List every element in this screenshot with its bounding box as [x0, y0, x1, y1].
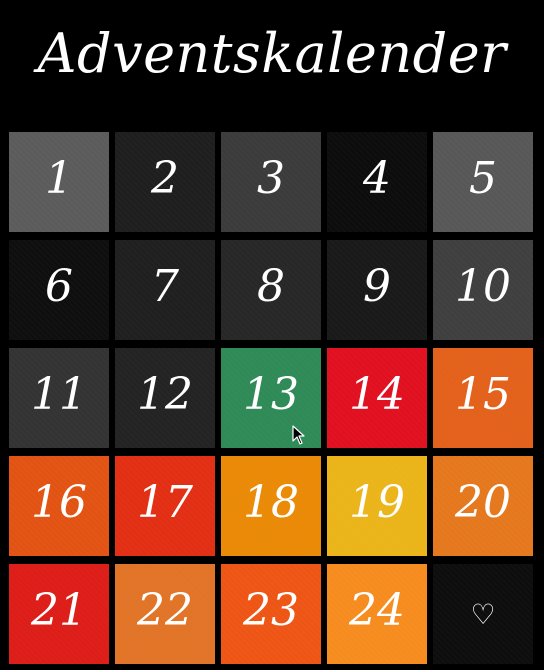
door-22[interactable]: 22 [115, 564, 215, 664]
door-number: 18 [243, 476, 299, 528]
door-number: 14 [349, 368, 405, 420]
door-20[interactable]: 20 [433, 456, 533, 556]
door-10[interactable]: 10 [433, 240, 533, 340]
door-number: 22 [137, 584, 193, 636]
door-3[interactable]: 3 [221, 132, 321, 232]
door-8[interactable]: 8 [221, 240, 321, 340]
door-23[interactable]: 23 [221, 564, 321, 664]
door-21[interactable]: 21 [9, 564, 109, 664]
door-number: 24 [349, 584, 405, 636]
door-18[interactable]: 18 [221, 456, 321, 556]
mouse-pointer-icon [292, 425, 305, 445]
door-number: 9 [363, 260, 391, 312]
door-number: 17 [137, 476, 193, 528]
door-number: 7 [151, 260, 179, 312]
door-number: 1 [45, 152, 73, 204]
door-16[interactable]: 16 [9, 456, 109, 556]
door-9[interactable]: 9 [327, 240, 427, 340]
heart-icon: ♡ [470, 597, 496, 631]
door-2[interactable]: 2 [115, 132, 215, 232]
door-number: 6 [45, 260, 73, 312]
door-number: 19 [349, 476, 405, 528]
calendar-grid: 1 2 3 4 5 6 7 8 9 10 11 12 13 14 15 16 1… [9, 132, 533, 664]
door-number: 2 [151, 152, 179, 204]
door-12[interactable]: 12 [115, 348, 215, 448]
page-title: Adventskalender [37, 22, 507, 85]
door-17[interactable]: 17 [115, 456, 215, 556]
door-number: 3 [257, 152, 285, 204]
door-19[interactable]: 19 [327, 456, 427, 556]
door-14[interactable]: 14 [327, 348, 427, 448]
door-13[interactable]: 13 [221, 348, 321, 448]
door-number: 8 [257, 260, 285, 312]
door-number: 10 [455, 260, 511, 312]
door-number: 5 [469, 152, 497, 204]
door-number: 21 [31, 584, 87, 636]
door-5[interactable]: 5 [433, 132, 533, 232]
door-number: 4 [363, 152, 391, 204]
door-7[interactable]: 7 [115, 240, 215, 340]
door-number: 12 [137, 368, 193, 420]
door-6[interactable]: 6 [9, 240, 109, 340]
door-number: 11 [31, 368, 87, 420]
door-24[interactable]: 24 [327, 564, 427, 664]
door-11[interactable]: 11 [9, 348, 109, 448]
door-1[interactable]: 1 [9, 132, 109, 232]
door-15[interactable]: 15 [433, 348, 533, 448]
door-number: 20 [455, 476, 511, 528]
door-number: 23 [243, 584, 299, 636]
door-number: 13 [243, 368, 299, 420]
door-number: 15 [455, 368, 511, 420]
door-4[interactable]: 4 [327, 132, 427, 232]
heart-tile[interactable]: ♡ [433, 564, 533, 664]
door-number: 16 [31, 476, 87, 528]
